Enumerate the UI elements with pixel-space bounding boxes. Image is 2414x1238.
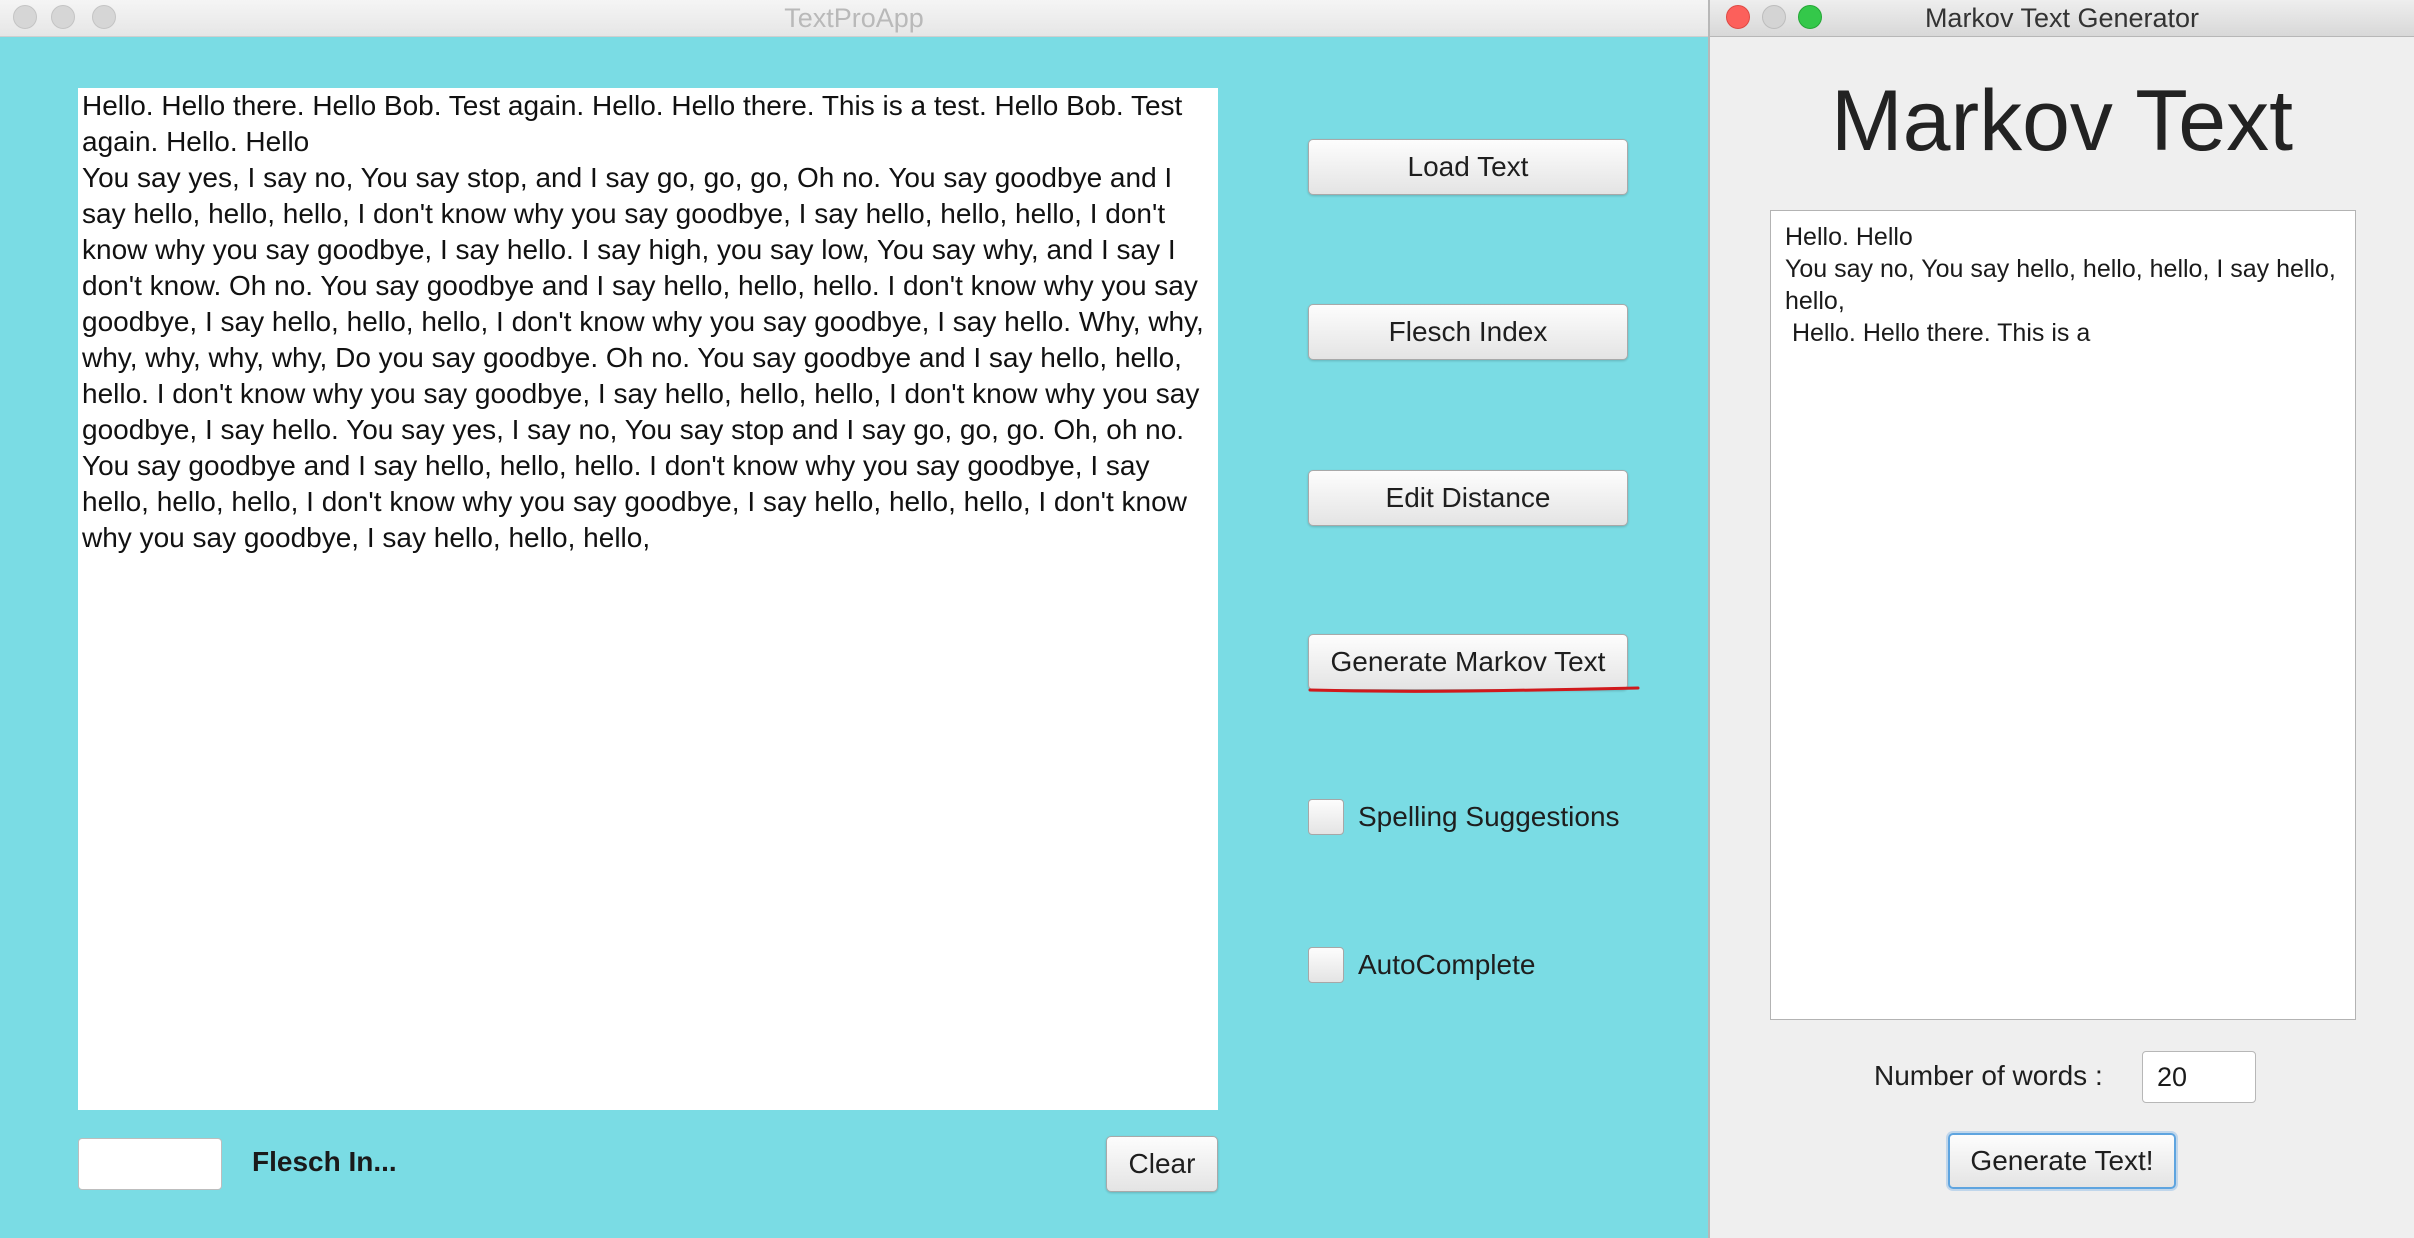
autocomplete-checkbox-row[interactable]: AutoComplete xyxy=(1308,947,1535,983)
autocomplete-label: AutoComplete xyxy=(1358,949,1536,980)
editor-paragraph: You say yes, I say no, You say stop, and… xyxy=(82,162,1204,553)
spelling-suggestions-checkbox[interactable] xyxy=(1308,799,1344,835)
main-titlebar[interactable]: TextProApp xyxy=(0,0,1708,37)
clear-button[interactable]: Clear xyxy=(1106,1136,1218,1192)
spelling-suggestions-checkbox-row[interactable]: Spelling Suggestions xyxy=(1308,799,1620,835)
markov-output-area[interactable]: Hello. Hello You say no, You say hello, … xyxy=(1770,210,2356,1020)
markov-titlebar[interactable]: Markov Text Generator xyxy=(1710,0,2414,37)
editor-paragraph: Hello. Hello there. Hello Bob. Test agai… xyxy=(82,90,1183,157)
edit-distance-button[interactable]: Edit Distance xyxy=(1308,470,1628,526)
number-of-words-label: Number of words : xyxy=(1874,1060,2103,1091)
flesch-index-button[interactable]: Flesch Index xyxy=(1308,304,1628,360)
autocomplete-checkbox[interactable] xyxy=(1308,947,1344,983)
textproapp-window: TextProApp Hello. Hello there. Hello Bob… xyxy=(0,0,1708,1238)
flesch-index-label: Flesch In... xyxy=(252,1146,397,1177)
number-of-words-field[interactable]: 20 xyxy=(2142,1051,2256,1103)
window-title: TextProApp xyxy=(784,3,924,33)
flesch-score-field[interactable] xyxy=(78,1138,222,1190)
generate-text-button[interactable]: Generate Text! xyxy=(1948,1133,2176,1189)
window-title: Markov Text Generator xyxy=(1924,3,2200,33)
output-line: Hello. Hello there. This is a xyxy=(1785,319,2091,347)
red-annotation-underline xyxy=(1308,686,1640,693)
load-text-button[interactable]: Load Text xyxy=(1308,139,1628,195)
output-line: Hello. Hello xyxy=(1785,223,1913,251)
spelling-suggestions-label: Spelling Suggestions xyxy=(1358,801,1620,832)
generate-markov-text-button[interactable]: Generate Markov Text xyxy=(1308,634,1628,690)
markov-generator-window: Markov Text Generator Markov Text Hello.… xyxy=(1708,0,2414,1238)
markov-heading: Markov Text xyxy=(1831,73,2293,169)
output-line: You say no, You say hello, hello, hello,… xyxy=(1785,255,2343,315)
text-editor-area[interactable]: Hello. Hello there. Hello Bob. Test agai… xyxy=(78,88,1218,1110)
